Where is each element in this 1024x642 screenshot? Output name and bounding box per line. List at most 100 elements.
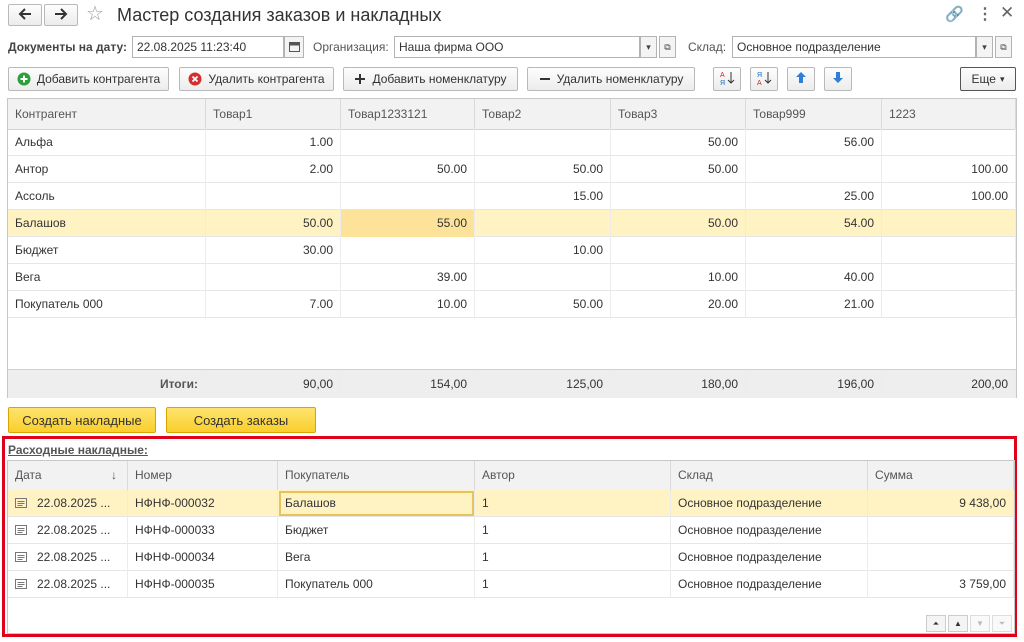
invoice-date-cell[interactable]: 22.08.2025 ...	[8, 571, 128, 598]
quantity-cell[interactable]: 55.00	[341, 210, 475, 237]
remove-item-button[interactable]: Удалить номенклатуру	[527, 67, 695, 91]
invoice-number-cell[interactable]: НФНФ-000035	[128, 571, 278, 598]
invoice-col-header[interactable]: Склад	[671, 461, 868, 490]
quantity-cell[interactable]: 1.00	[206, 129, 341, 156]
quantity-cell[interactable]: 7.00	[206, 291, 341, 318]
quantity-cell[interactable]	[341, 129, 475, 156]
nav-down-button[interactable]: ▼	[970, 615, 990, 632]
quantity-cell[interactable]: 10.00	[611, 264, 746, 291]
org-dropdown-button[interactable]: ▾	[640, 36, 657, 58]
invoice-author-cell[interactable]: 1	[475, 571, 671, 598]
quantity-cell[interactable]: 39.00	[341, 264, 475, 291]
remove-counterparty-button[interactable]: Удалить контрагента	[179, 67, 334, 91]
matrix-col-header[interactable]: Товар2	[475, 99, 611, 129]
counterparty-cell[interactable]: Альфа	[8, 129, 206, 156]
quantity-cell[interactable]: 50.00	[611, 156, 746, 183]
invoice-buyer-cell[interactable]: Балашов	[278, 490, 475, 517]
quantity-cell[interactable]	[475, 210, 611, 237]
move-down-button[interactable]	[824, 67, 852, 91]
invoice-number-cell[interactable]: НФНФ-000033	[128, 517, 278, 544]
create-invoices-button[interactable]: Создать накладные	[8, 407, 156, 433]
matrix-row[interactable]: Бюджет 30.00 10.00	[8, 237, 1016, 264]
invoice-date-cell[interactable]: 22.08.2025 ...	[8, 490, 128, 517]
forward-button[interactable]	[44, 4, 78, 26]
add-counterparty-button[interactable]: Добавить контрагента	[8, 67, 169, 91]
nav-up-button[interactable]: ▲	[948, 615, 968, 632]
more-button[interactable]: Еще ▾	[960, 67, 1016, 91]
quantity-cell[interactable]	[611, 237, 746, 264]
create-orders-button[interactable]: Создать заказы	[166, 407, 316, 433]
invoice-sum-cell[interactable]: 3 759,00	[868, 571, 1014, 598]
quantity-cell[interactable]	[206, 264, 341, 291]
sort-descending-button[interactable]: ЯА	[750, 67, 778, 91]
quantity-cell[interactable]	[475, 129, 611, 156]
quantity-cell[interactable]: 50.00	[341, 156, 475, 183]
invoice-col-header[interactable]: Сумма	[868, 461, 1014, 490]
warehouse-dropdown-button[interactable]: ▾	[976, 36, 993, 58]
counterparty-cell[interactable]: Антор	[8, 156, 206, 183]
quantity-cell[interactable]: 100.00	[882, 156, 1016, 183]
link-icon[interactable]: 🔗	[945, 5, 964, 23]
invoice-author-cell[interactable]: 1	[475, 517, 671, 544]
matrix-row[interactable]: Покупатель 000 7.00 10.00 50.00 20.00 21.00	[8, 291, 1016, 318]
org-field[interactable]: Наша фирма ООО	[394, 36, 640, 58]
quantity-cell[interactable]: 21.00	[746, 291, 882, 318]
quantity-cell[interactable]	[882, 129, 1016, 156]
close-icon[interactable]: ✕	[1000, 3, 1014, 23]
quantity-cell[interactable]	[882, 291, 1016, 318]
matrix-col-header[interactable]: Контрагент	[8, 99, 206, 129]
counterparty-cell[interactable]: Вега	[8, 264, 206, 291]
invoice-buyer-cell[interactable]: Бюджет	[278, 517, 475, 544]
matrix-row[interactable]: Ассоль 15.00 25.00 100.00	[8, 183, 1016, 210]
org-open-button[interactable]: ⧉	[659, 36, 676, 58]
invoice-warehouse-cell[interactable]: Основное подразделение	[671, 490, 868, 517]
invoice-sum-cell[interactable]: 9 438,00	[868, 490, 1014, 517]
quantity-cell[interactable]	[206, 183, 341, 210]
counterparty-cell[interactable]: Ассоль	[8, 183, 206, 210]
quantity-cell[interactable]: 40.00	[746, 264, 882, 291]
invoice-col-header[interactable]: Покупатель	[278, 461, 475, 490]
matrix-row[interactable]: Антор 2.00 50.00 50.00 50.00 100.00	[8, 156, 1016, 183]
quantity-cell[interactable]: 30.00	[206, 237, 341, 264]
calendar-button[interactable]	[284, 36, 304, 58]
invoice-buyer-cell[interactable]: Вега	[278, 544, 475, 571]
invoice-col-header[interactable]: Автор	[475, 461, 671, 490]
quantity-cell[interactable]: 15.00	[475, 183, 611, 210]
favorite-star-icon[interactable]: ☆	[86, 4, 104, 24]
matrix-col-header[interactable]: Товар999	[746, 99, 882, 129]
invoice-date-cell[interactable]: 22.08.2025 ...	[8, 544, 128, 571]
quantity-cell[interactable]	[882, 264, 1016, 291]
quantity-cell[interactable]: 10.00	[341, 291, 475, 318]
quantity-cell[interactable]	[746, 237, 882, 264]
matrix-col-header[interactable]: Товар3	[611, 99, 746, 129]
invoice-row[interactable]: 22.08.2025 ... НФНФ-000033 Бюджет 1 Основное…	[8, 517, 1014, 544]
add-item-button[interactable]: Добавить номенклатуру	[343, 67, 518, 91]
more-vertical-icon[interactable]: ⋮	[977, 4, 993, 24]
warehouse-field[interactable]: Основное подразделение	[732, 36, 976, 58]
quantity-cell[interactable]: 2.00	[206, 156, 341, 183]
back-button[interactable]	[8, 4, 42, 26]
quantity-cell[interactable]: 50.00	[475, 291, 611, 318]
quantity-cell[interactable]: 54.00	[746, 210, 882, 237]
invoice-number-cell[interactable]: НФНФ-000032	[128, 490, 278, 517]
matrix-row[interactable]: Балашов 50.00 55.00 50.00 54.00	[8, 210, 1016, 237]
invoice-row[interactable]: 22.08.2025 ... НФНФ-000034 Вега 1 Основное п…	[8, 544, 1014, 571]
quantity-cell[interactable]: 56.00	[746, 129, 882, 156]
matrix-row[interactable]: Вега 39.00 10.00 40.00	[8, 264, 1016, 291]
counterparty-cell[interactable]: Покупатель 000	[8, 291, 206, 318]
invoice-row[interactable]: 22.08.2025 ... НФНФ-000035 Покупатель 000 1…	[8, 571, 1014, 598]
quantity-cell[interactable]: 50.00	[611, 129, 746, 156]
quantity-cell[interactable]	[882, 210, 1016, 237]
nav-last-button[interactable]: ⏷	[992, 615, 1012, 632]
quantity-cell[interactable]	[341, 237, 475, 264]
quantity-cell[interactable]: 25.00	[746, 183, 882, 210]
sort-ascending-button[interactable]: АЯ	[713, 67, 741, 91]
invoice-buyer-cell[interactable]: Покупатель 000	[278, 571, 475, 598]
invoice-warehouse-cell[interactable]: Основное подразделение	[671, 571, 868, 598]
quantity-cell[interactable]	[611, 183, 746, 210]
quantity-cell[interactable]: 50.00	[611, 210, 746, 237]
quantity-cell[interactable]: 10.00	[475, 237, 611, 264]
quantity-cell[interactable]	[882, 237, 1016, 264]
quantity-cell[interactable]: 50.00	[475, 156, 611, 183]
matrix-col-header[interactable]: 1223	[882, 99, 1016, 129]
